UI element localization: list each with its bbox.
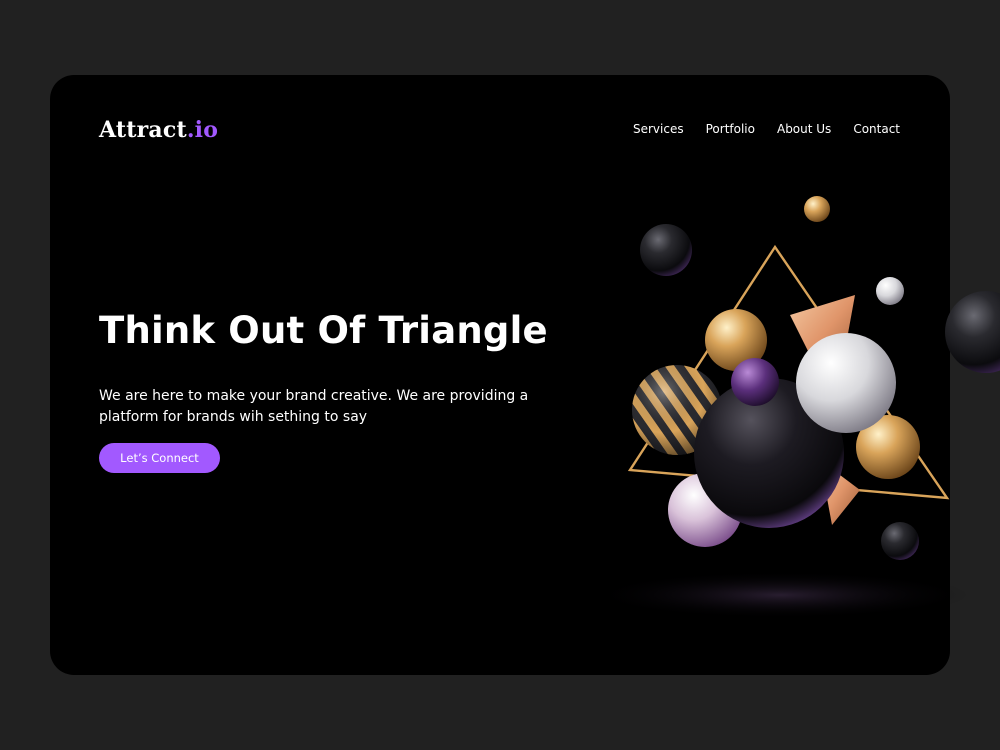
nav-link-portfolio[interactable]: Portfolio	[706, 122, 755, 136]
white-sphere-large	[796, 333, 896, 433]
hero-3d-artwork	[590, 196, 1000, 619]
nav-link-services[interactable]: Services	[633, 122, 684, 136]
nav-link-about-us[interactable]: About Us	[777, 122, 831, 136]
floor-reflection	[590, 571, 970, 619]
lets-connect-button[interactable]: Let’s Connect	[99, 443, 220, 473]
brand-name: Attract	[99, 117, 187, 143]
dark-sphere-top	[640, 224, 692, 276]
dark-sphere-right	[945, 291, 1000, 373]
hero-description: We are here to make your brand creative.…	[99, 388, 529, 425]
brand-logo[interactable]: Attract.io	[99, 117, 218, 143]
main-nav: Services Portfolio About Us Contact	[633, 122, 900, 136]
gold-sphere-small	[804, 196, 830, 222]
dark-sphere-bottom	[881, 522, 919, 560]
silver-sphere-small	[876, 277, 904, 305]
purple-dotted-sphere	[731, 358, 779, 406]
brand-suffix: .io	[186, 117, 219, 143]
nav-link-contact[interactable]: Contact	[853, 122, 900, 136]
hero-title: Think Out Of Triangle	[99, 309, 548, 352]
landing-card: Attract.io Services Portfolio About Us C…	[50, 75, 1000, 675]
